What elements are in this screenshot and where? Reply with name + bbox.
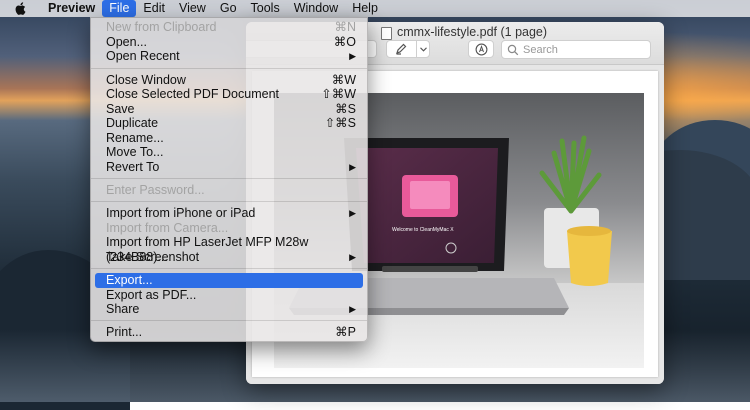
menubar-window[interactable]: Window <box>287 0 345 17</box>
menubar-app-name[interactable]: Preview <box>41 0 102 17</box>
menu-item-label: Close Selected PDF Document <box>106 87 279 101</box>
submenu-arrow-icon: ▶ <box>349 252 356 262</box>
menu-item-shortcut: ⌘S <box>335 102 356 116</box>
search-input[interactable]: Search <box>501 40 651 59</box>
menu-item-shortcut: ⌘W <box>331 73 356 87</box>
menu-item-label: Save <box>106 102 135 116</box>
menubar-tools[interactable]: Tools <box>244 0 287 17</box>
menu-item-label: Open Recent <box>106 49 180 63</box>
markup-toolbar-button[interactable] <box>468 40 494 58</box>
pdf-document-icon <box>381 27 392 40</box>
menu-item-label: Move To... <box>106 145 164 159</box>
menu-item-import-camera[interactable]: Import from Camera... <box>95 221 363 236</box>
menu-item-rename[interactable]: Rename... <box>95 131 363 146</box>
menu-separator <box>91 68 367 69</box>
menubar-go[interactable]: Go <box>213 0 244 17</box>
menu-item-revert-to[interactable]: Revert To ▶ <box>95 160 363 175</box>
menu-item-label: Import from iPhone or iPad <box>106 206 256 220</box>
menu-item-label: Open... <box>106 35 147 49</box>
menu-item-label: Rename... <box>106 131 164 145</box>
menu-item-open-recent[interactable]: Open Recent ▶ <box>95 49 363 64</box>
menu-item-save[interactable]: Save ⌘S <box>95 102 363 117</box>
menu-item-export[interactable]: Export... <box>95 273 363 288</box>
menu-item-label: Close Window <box>106 73 186 87</box>
menu-item-label: Export... <box>106 273 153 287</box>
menu-item-label: Duplicate <box>106 116 159 130</box>
menu-item-export-as-pdf[interactable]: Export as PDF... <box>95 288 363 303</box>
menu-item-label: Share <box>106 302 140 316</box>
pen-icon <box>396 43 407 55</box>
menu-item-label: Revert To <box>106 160 160 174</box>
menu-separator <box>91 320 367 321</box>
menu-item-label: New from Clipboard <box>106 20 217 34</box>
menubar-edit[interactable]: Edit <box>136 0 172 17</box>
menu-separator <box>91 268 367 269</box>
menu-item-shortcut: ⌘N <box>334 20 356 34</box>
menu-item-take-screenshot[interactable]: Take Screenshot ▶ <box>95 250 363 265</box>
search-placeholder: Search <box>523 43 558 56</box>
menu-bar: Preview File Edit View Go Tools Window H… <box>0 0 750 17</box>
menubar-file[interactable]: File <box>102 0 137 17</box>
file-menu: New from Clipboard ⌘N Open... ⌘O Open Re… <box>90 17 368 342</box>
menu-item-shortcut: ⌘P <box>335 325 356 339</box>
submenu-arrow-icon: ▶ <box>349 51 356 61</box>
menu-item-label: Take Screenshot <box>106 250 200 264</box>
menu-item-label: Import from HP LaserJet MFP M28w (234B88… <box>106 235 309 264</box>
submenu-arrow-icon: ▶ <box>349 208 356 218</box>
markup-pen-button[interactable] <box>386 40 430 58</box>
submenu-arrow-icon: ▶ <box>349 304 356 314</box>
menu-item-close-selected-pdf[interactable]: Close Selected PDF Document ⇧⌘W <box>95 87 363 102</box>
menu-item-open[interactable]: Open... ⌘O <box>95 35 363 50</box>
menu-separator <box>91 201 367 202</box>
menubar-view[interactable]: View <box>172 0 213 17</box>
menu-item-new-from-clipboard[interactable]: New from Clipboard ⌘N <box>95 20 363 35</box>
menu-item-enter-password[interactable]: Enter Password... <box>95 183 363 198</box>
menubar-help[interactable]: Help <box>345 0 385 17</box>
menu-item-close-window[interactable]: Close Window ⌘W <box>95 73 363 88</box>
menu-item-shortcut: ⌘O <box>333 35 356 49</box>
menu-item-label: Export as PDF... <box>106 288 197 302</box>
markup-circle-icon <box>475 43 487 55</box>
submenu-arrow-icon: ▶ <box>349 162 356 172</box>
laptop-screen-text: Welcome to CleanMyMac X <box>392 227 454 233</box>
apple-logo-icon[interactable] <box>13 1 27 16</box>
menu-item-shortcut: ⇧⌘S <box>324 116 356 130</box>
menu-item-label: Enter Password... <box>106 183 205 197</box>
menu-item-label: Import from Camera... <box>106 221 229 235</box>
menu-item-print[interactable]: Print... ⌘P <box>95 325 363 340</box>
search-icon <box>507 44 519 55</box>
menu-item-import-hp-laserjet[interactable]: Import from HP LaserJet MFP M28w (234B88… <box>95 235 363 264</box>
menu-item-import-iphone-ipad[interactable]: Import from iPhone or iPad ▶ <box>95 206 363 221</box>
window-title: cmmx-lifestyle.pdf (1 page) <box>397 25 548 39</box>
menu-item-share[interactable]: Share ▶ <box>95 302 363 317</box>
menu-item-shortcut: ⇧⌘W <box>321 87 356 101</box>
chevron-down-icon[interactable] <box>416 41 429 57</box>
menu-item-duplicate[interactable]: Duplicate ⇧⌘S <box>95 116 363 131</box>
menu-separator <box>91 178 367 179</box>
menu-item-label: Print... <box>106 325 143 339</box>
menu-item-move-to[interactable]: Move To... <box>95 145 363 160</box>
